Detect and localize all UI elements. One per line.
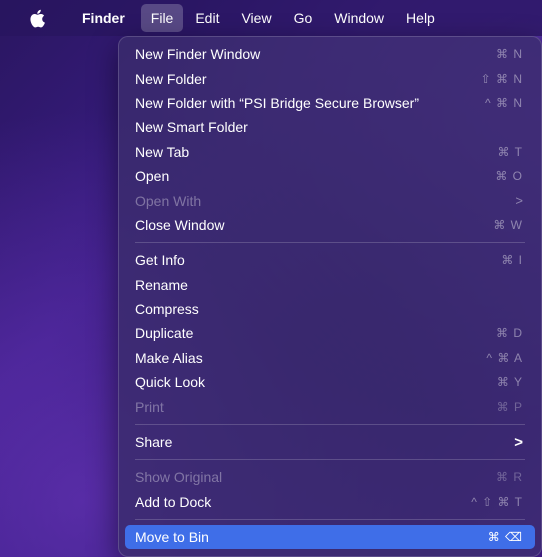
menu-view[interactable]: View xyxy=(231,4,281,32)
menu-item-compress[interactable]: Compress xyxy=(125,297,535,321)
menu-item-shortcut: ^ ⌘ N xyxy=(485,95,523,110)
menu-item-rename[interactable]: Rename xyxy=(125,273,535,297)
menu-bar: Finder File Edit View Go Window Help xyxy=(0,0,542,36)
menu-item-print: Print ⌘ P xyxy=(125,394,535,418)
menu-item-shortcut: ^ ⇧ ⌘ T xyxy=(471,494,523,509)
menu-item-label: New Smart Folder xyxy=(135,119,248,136)
menu-item-shortcut: ⇧ ⌘ N xyxy=(480,71,523,86)
menu-item-label: New Folder with “PSI Bridge Secure Brows… xyxy=(135,94,419,111)
menu-item-label: Show Original xyxy=(135,469,223,486)
menu-item-new-folder-with-selection[interactable]: New Folder with “PSI Bridge Secure Brows… xyxy=(125,91,535,115)
menu-file[interactable]: File xyxy=(140,4,184,32)
menu-edit[interactable]: Edit xyxy=(185,4,229,32)
file-menu-dropdown: New Finder Window ⌘ N New Folder ⇧ ⌘ N N… xyxy=(118,36,542,557)
menu-item-show-original: Show Original ⌘ R xyxy=(125,465,535,489)
menu-item-shortcut: ⌘ Y xyxy=(496,375,523,390)
menu-item-shortcut: ⌘ D xyxy=(496,326,523,341)
menu-item-label: Compress xyxy=(135,301,199,318)
menu-item-label: New Folder xyxy=(135,70,207,87)
menu-go[interactable]: Go xyxy=(284,4,323,32)
menu-item-shortcut: ⌘ W xyxy=(493,217,523,232)
menu-item-make-alias[interactable]: Make Alias ^ ⌘ A xyxy=(125,346,535,370)
menu-item-close-window[interactable]: Close Window ⌘ W xyxy=(125,213,535,237)
menu-item-new-finder-window[interactable]: New Finder Window ⌘ N xyxy=(125,42,535,66)
menu-help[interactable]: Help xyxy=(396,4,445,32)
menu-item-open[interactable]: Open ⌘ O xyxy=(125,164,535,188)
menu-item-label: New Tab xyxy=(135,143,190,160)
menu-separator xyxy=(135,242,525,244)
menu-item-shortcut: ^ ⌘ A xyxy=(486,350,523,365)
menu-item-shortcut: ⌘ P xyxy=(496,399,523,414)
menu-window[interactable]: Window xyxy=(324,4,394,32)
menu-item-open-with: Open With > xyxy=(125,188,535,212)
menu-item-shortcut: ⌘ I xyxy=(501,253,523,268)
menu-item-label: Make Alias xyxy=(135,349,203,366)
menu-item-label: Get Info xyxy=(135,252,185,269)
menu-item-label: Add to Dock xyxy=(135,493,212,510)
menu-item-label: Open With xyxy=(135,192,202,209)
apple-logo-icon[interactable] xyxy=(28,7,46,29)
menu-item-shortcut: ⌘ O xyxy=(495,169,523,184)
menu-separator xyxy=(135,459,525,461)
menu-item-move-to-bin[interactable]: Move to Bin ⌘ ⌫ xyxy=(125,525,535,550)
chevron-right-icon: > xyxy=(515,193,523,209)
menu-separator xyxy=(135,423,525,425)
menu-item-duplicate[interactable]: Duplicate ⌘ D xyxy=(125,321,535,345)
menu-item-label: Duplicate xyxy=(135,325,194,342)
menu-separator xyxy=(135,519,525,521)
menu-item-label: Open xyxy=(135,168,170,185)
menu-app-finder[interactable]: Finder xyxy=(72,4,135,32)
menu-item-new-smart-folder[interactable]: New Smart Folder xyxy=(125,115,535,139)
menu-item-get-info[interactable]: Get Info ⌘ I xyxy=(125,248,535,272)
menu-item-shortcut: ⌘ N xyxy=(496,47,523,62)
menu-item-add-to-dock[interactable]: Add to Dock ^ ⇧ ⌘ T xyxy=(125,490,535,514)
menu-item-label: Print xyxy=(135,398,164,415)
chevron-right-icon: > xyxy=(514,433,523,451)
menu-item-label: Quick Look xyxy=(135,374,206,391)
menu-item-new-tab[interactable]: New Tab ⌘ T xyxy=(125,140,535,164)
menu-item-new-folder[interactable]: New Folder ⇧ ⌘ N xyxy=(125,66,535,90)
menu-item-label: Share xyxy=(135,434,173,451)
menu-item-quick-look[interactable]: Quick Look ⌘ Y xyxy=(125,370,535,394)
menu-item-label: Rename xyxy=(135,276,188,293)
menu-item-shortcut: ⌘ R xyxy=(496,470,523,485)
menu-item-shortcut: ⌘ T xyxy=(497,144,523,159)
menu-item-label: Move to Bin xyxy=(135,529,209,546)
menu-item-shortcut: ⌘ ⌫ xyxy=(487,530,523,545)
menu-item-share[interactable]: Share > xyxy=(125,430,535,454)
menu-item-label: New Finder Window xyxy=(135,46,261,63)
menu-item-label: Close Window xyxy=(135,216,225,233)
